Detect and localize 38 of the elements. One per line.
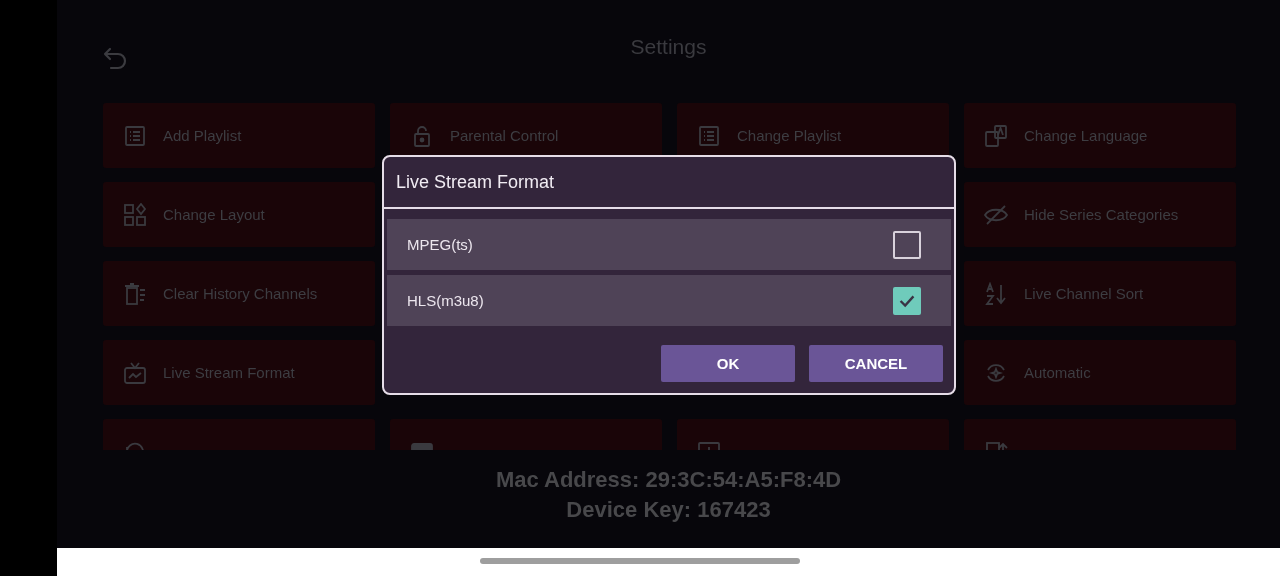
tile-label: Add Playlist: [163, 127, 242, 144]
tile-label: Live Stream Format: [163, 364, 295, 381]
tile-label: Hide Series Categories: [1024, 206, 1179, 223]
format-option[interactable]: MPEG(ts): [387, 219, 951, 270]
tile-label: Parental Control: [450, 127, 559, 144]
tv-icon: [123, 360, 147, 385]
tile-label: Change Layout: [163, 206, 265, 223]
sort-icon: [984, 281, 1008, 306]
dialog-title: Live Stream Format: [384, 157, 954, 209]
option-label: MPEG(ts): [407, 236, 473, 253]
device-key: Device Key: 167423: [566, 496, 771, 524]
checkbox[interactable]: [893, 286, 921, 315]
settings-tile[interactable]: Live Channel Sort: [964, 261, 1236, 326]
tile-label: Change Language: [1024, 127, 1148, 144]
tile-label: Clear History Channels: [163, 285, 318, 302]
tile-label: Live Channel Sort: [1024, 285, 1144, 302]
home-indicator[interactable]: [480, 558, 800, 564]
list-icon: [697, 123, 721, 148]
settings-tile[interactable]: Automatic: [964, 340, 1236, 405]
tile-label: Automatic: [1024, 364, 1091, 381]
checkbox[interactable]: [893, 230, 921, 259]
ok-button[interactable]: OK: [661, 345, 795, 382]
settings-tile[interactable]: Add Playlist: [103, 103, 375, 168]
layout-icon: [123, 202, 147, 227]
clear-icon: [123, 281, 147, 306]
cancel-button[interactable]: CANCEL: [809, 345, 943, 382]
list-icon: [123, 123, 147, 148]
language-icon: [984, 123, 1008, 148]
settings-tile[interactable]: Change Layout: [103, 182, 375, 247]
hidden-icon: [984, 202, 1008, 227]
option-label: HLS(m3u8): [407, 292, 484, 309]
format-option[interactable]: HLS(m3u8): [387, 275, 951, 326]
settings-tile[interactable]: Live Stream Format: [103, 340, 375, 405]
settings-tile[interactable]: Hide Series Categories: [964, 182, 1236, 247]
settings-tile[interactable]: Clear History Channels: [103, 261, 375, 326]
settings-tile[interactable]: Change Language: [964, 103, 1236, 168]
mac-address: Mac Address: 29:3C:54:A5:F8:4D: [495, 466, 842, 494]
tile-label: Change Playlist: [737, 127, 842, 144]
